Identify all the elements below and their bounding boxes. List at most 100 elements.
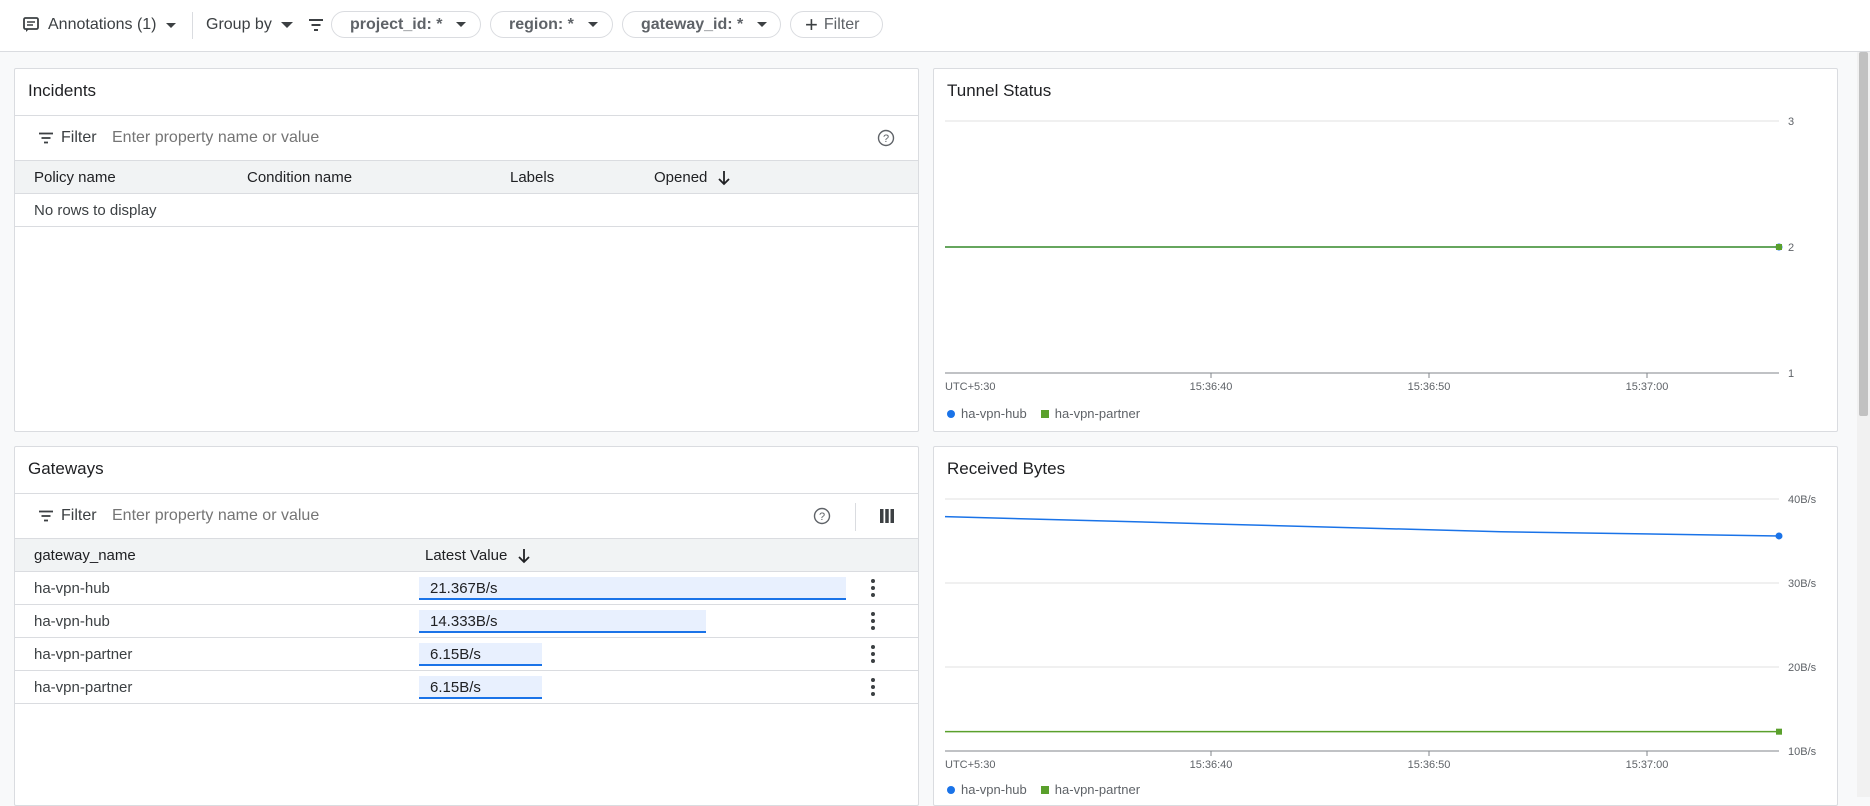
incidents-title: Incidents xyxy=(28,81,97,100)
x-tick-label: 15:36:50 xyxy=(1408,759,1451,771)
series-endpoint-hub xyxy=(1775,532,1783,540)
series-line-hub xyxy=(944,515,1780,537)
filter-icon[interactable] xyxy=(38,510,54,522)
x-tick-label: 15:37:00 xyxy=(1626,759,1669,771)
x-tick-label: 15:36:40 xyxy=(1190,759,1233,771)
value-label: 6.15B/s xyxy=(430,679,481,696)
tunnel-status-card: Tunnel Status 3 2 1 UTC+5:30 15:36:40 15:36:5… xyxy=(933,68,1838,432)
filter-bar-divider xyxy=(855,503,856,531)
annotations-button[interactable]: Annotations (1) xyxy=(22,12,176,38)
filter-label[interactable]: Filter xyxy=(61,129,97,147)
more-vert-icon[interactable] xyxy=(871,579,875,600)
y-tick-label: 1 xyxy=(1788,368,1794,380)
more-vert-icon[interactable] xyxy=(871,645,875,666)
tunnel-status-chart[interactable]: 3 2 1 UTC+5:30 15:36:40 15:36:50 15:37:00 xyxy=(934,69,1838,409)
chevron-down-icon xyxy=(280,22,293,28)
add-filter-button[interactable]: + Filter xyxy=(790,11,883,38)
column-opened-label: Opened xyxy=(654,169,708,186)
add-filter-label: Filter xyxy=(823,15,860,33)
plus-icon: + xyxy=(805,11,818,37)
column-gateway-name[interactable]: gateway_name xyxy=(34,547,136,564)
empty-message: No rows to display xyxy=(34,202,157,219)
filter-icon[interactable] xyxy=(38,132,54,144)
more-vert-icon[interactable] xyxy=(871,612,875,633)
svg-text:?: ? xyxy=(883,133,889,145)
table-row[interactable]: ha-vpn-partner 6.15B/s xyxy=(15,671,918,704)
group-by-button[interactable]: Group by xyxy=(206,12,293,38)
more-vert-icon[interactable] xyxy=(871,678,875,699)
x-tick-label: UTC+5:30 xyxy=(945,381,995,393)
chevron-down-icon xyxy=(165,22,176,28)
incidents-table-header: Policy name Condition name Labels Opened xyxy=(15,161,918,194)
y-tick-label: 3 xyxy=(1788,116,1794,128)
svg-text:?: ? xyxy=(819,511,825,523)
column-picker-icon[interactable] xyxy=(879,508,895,524)
group-by-label: Group by xyxy=(206,16,272,33)
dashboard-toolbar: Annotations (1) Group by project_id: * r… xyxy=(0,0,1870,52)
value-label: 21.367B/s xyxy=(430,580,498,597)
chip-label: region: * xyxy=(509,15,574,33)
gateway-name-cell: ha-vpn-hub xyxy=(34,580,110,597)
gateways-card: Gateways Filter ? gateway_name Latest Va… xyxy=(14,446,919,806)
scrollbar-thumb[interactable] xyxy=(1859,52,1868,416)
incidents-filter-bar: Filter ? xyxy=(15,115,918,161)
x-tick-label: 15:36:40 xyxy=(1190,381,1233,393)
received-bytes-card: Received Bytes 40B/s 30B/s 20B/s 10B/s UTC+5… xyxy=(933,446,1838,806)
legend-swatch-partner xyxy=(1040,785,1049,794)
legend-label: ha-vpn-partner xyxy=(1054,406,1141,421)
gateway-id-filter-chip[interactable]: gateway_id: * xyxy=(622,11,781,38)
received-bytes-legend: ha-vpn-hub ha-vpn-partner xyxy=(947,782,1140,797)
tunnel-status-legend: ha-vpn-hub ha-vpn-partner xyxy=(947,406,1140,421)
value-bar: 21.367B/s xyxy=(419,577,846,600)
arrow-down-icon xyxy=(518,548,530,563)
legend-label: ha-vpn-hub xyxy=(961,406,1027,421)
incidents-filter-input[interactable] xyxy=(112,129,612,147)
y-tick-label: 40B/s xyxy=(1788,494,1817,506)
chevron-down-icon xyxy=(757,22,768,27)
table-row[interactable]: ha-vpn-partner 6.15B/s xyxy=(15,638,918,671)
value-label: 6.15B/s xyxy=(430,646,481,663)
y-tick-label: 2 xyxy=(1788,242,1794,254)
legend-swatch-partner xyxy=(1040,409,1049,418)
annotations-label: Annotations (1) xyxy=(48,16,157,33)
legend-label: ha-vpn-partner xyxy=(1054,782,1141,797)
value-bar: 6.15B/s xyxy=(419,676,542,699)
gateways-filter-bar: Filter ? xyxy=(15,493,918,539)
value-bar: 14.333B/s xyxy=(419,610,706,633)
column-latest-value[interactable]: Latest Value xyxy=(425,547,531,564)
y-tick-label: 10B/s xyxy=(1788,746,1817,758)
column-policy-name[interactable]: Policy name xyxy=(34,169,116,186)
x-tick-label: 15:37:00 xyxy=(1626,381,1669,393)
received-bytes-chart[interactable]: 40B/s 30B/s 20B/s 10B/s UTC+5:30 15:36:40 15:3… xyxy=(934,447,1838,787)
chevron-down-icon xyxy=(456,22,467,27)
x-tick-label: 15:36:50 xyxy=(1408,381,1451,393)
arrow-down-icon xyxy=(718,170,731,185)
column-labels[interactable]: Labels xyxy=(510,169,554,186)
region-filter-chip[interactable]: region: * xyxy=(490,11,613,38)
series-endpoint-partner xyxy=(1776,728,1782,735)
table-row[interactable]: ha-vpn-hub 14.333B/s xyxy=(15,605,918,638)
y-tick-label: 30B/s xyxy=(1788,578,1817,590)
x-tick-label: UTC+5:30 xyxy=(945,759,995,771)
table-row[interactable]: ha-vpn-hub 21.367B/s xyxy=(15,572,918,605)
filter-list-icon[interactable] xyxy=(308,12,324,38)
chevron-down-icon xyxy=(587,22,598,27)
column-opened[interactable]: Opened xyxy=(654,169,731,186)
column-condition-name[interactable]: Condition name xyxy=(247,169,352,186)
gateways-title: Gateways xyxy=(28,459,104,478)
column-latest-value-label: Latest Value xyxy=(425,547,508,564)
project-id-filter-chip[interactable]: project_id: * xyxy=(331,11,481,38)
filter-label[interactable]: Filter xyxy=(61,507,97,525)
help-icon[interactable]: ? xyxy=(877,129,895,147)
series-endpoint-partner xyxy=(1776,244,1782,250)
page-scrollbar[interactable] xyxy=(1857,52,1870,797)
gateway-name-cell: ha-vpn-partner xyxy=(34,679,133,696)
chip-label: project_id: * xyxy=(350,15,443,33)
value-label: 14.333B/s xyxy=(430,613,498,630)
gateways-table-header: gateway_name Latest Value xyxy=(15,539,918,572)
y-tick-label: 20B/s xyxy=(1788,662,1817,674)
help-icon[interactable]: ? xyxy=(813,507,831,525)
incidents-card: Incidents Filter ? Policy name Condition… xyxy=(14,68,919,432)
empty-row: No rows to display xyxy=(15,194,918,227)
gateways-filter-input[interactable] xyxy=(112,507,612,525)
